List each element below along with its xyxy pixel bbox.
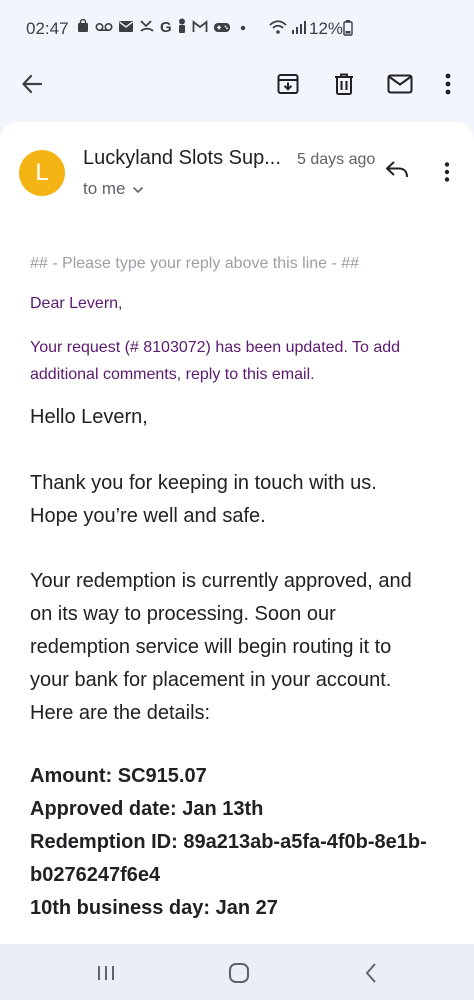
missed-call-icon xyxy=(139,18,155,38)
hello-text: Hello Levern, xyxy=(30,406,148,428)
redemption-line-5: Here are the details: xyxy=(30,702,211,724)
mail-icon xyxy=(118,18,134,38)
approved-date: Approved date: Jan 13th xyxy=(30,798,264,820)
chevron-down-icon xyxy=(132,179,144,199)
back-arrow-icon[interactable] xyxy=(14,66,50,102)
archive-icon[interactable] xyxy=(270,66,306,102)
avatar[interactable]: L xyxy=(19,150,65,196)
amount: Amount: SC915.07 xyxy=(30,765,207,787)
battery-percent: 12% xyxy=(309,19,344,38)
home-icon[interactable] xyxy=(228,962,250,989)
thanks-line-2: Hope you’re well and safe. xyxy=(30,505,266,527)
shopping-bag-icon xyxy=(76,18,90,38)
business-day: 10th business day: Jan 27 xyxy=(30,897,278,919)
redemption-id-line-1: Redemption ID: 89a213ab-a5fa-4f0b-8e1b- xyxy=(30,831,427,853)
recipient-label: to me xyxy=(83,179,126,198)
redemption-line-4: your bank for placement in your account. xyxy=(30,669,392,691)
app-bar xyxy=(0,60,474,110)
reply-line-marker: ## - Please type your reply above this l… xyxy=(30,255,360,272)
nav-bar xyxy=(0,944,474,1000)
gamepad-icon xyxy=(213,18,231,38)
redemption-line-1: Your redemption is currently approved, a… xyxy=(30,570,412,592)
person-icon xyxy=(177,18,187,38)
more-options-icon[interactable] xyxy=(444,162,450,187)
status-icons: G xyxy=(76,18,250,38)
voicemail-icon xyxy=(95,18,113,38)
delete-icon[interactable] xyxy=(326,66,362,102)
request-line-2: additional comments, reply to this email… xyxy=(30,366,315,383)
recent-apps-icon[interactable] xyxy=(96,964,116,987)
reply-icon[interactable] xyxy=(384,158,410,185)
dot-icon xyxy=(236,18,250,38)
greeting-purple: Dear Levern, xyxy=(30,295,123,312)
status-time: 02:47 xyxy=(26,19,69,38)
mark-unread-icon[interactable] xyxy=(382,66,418,102)
recipient-details[interactable]: to me xyxy=(83,179,144,199)
gmail-icon xyxy=(192,18,208,38)
status-bar: 02:47 G 12% xyxy=(0,0,474,60)
details-block: Amount: SC915.07 Approved date: Jan 13th… xyxy=(30,760,450,925)
redemption-line-3: redemption service will begin routing it… xyxy=(30,636,392,658)
redemption-paragraph: Your redemption is currently approved, a… xyxy=(30,565,450,730)
thanks-paragraph: Thank you for keeping in touch with us. … xyxy=(30,467,450,533)
request-line-1: Your request (# 8103072) has been update… xyxy=(30,339,401,356)
redemption-line-2: on its way to processing. Soon our xyxy=(30,603,336,625)
email-view: L Luckyland Slots Sup... 5 days ago to m… xyxy=(0,122,474,944)
back-icon[interactable] xyxy=(364,962,378,989)
google-icon: G xyxy=(160,19,172,36)
thanks-line-1: Thank you for keeping in touch with us. xyxy=(30,472,377,494)
sender-name[interactable]: Luckyland Slots Sup... xyxy=(83,147,281,170)
connectivity xyxy=(268,19,307,40)
redemption-id-line-2: b0276247f6e4 xyxy=(30,864,161,886)
more-vert-icon[interactable] xyxy=(430,66,466,102)
wifi-icon xyxy=(268,19,288,40)
request-notice: Your request (# 8103072) has been update… xyxy=(30,334,460,388)
signal-icon xyxy=(291,19,307,40)
email-time: 5 days ago xyxy=(297,151,376,168)
battery-icon xyxy=(343,20,353,41)
